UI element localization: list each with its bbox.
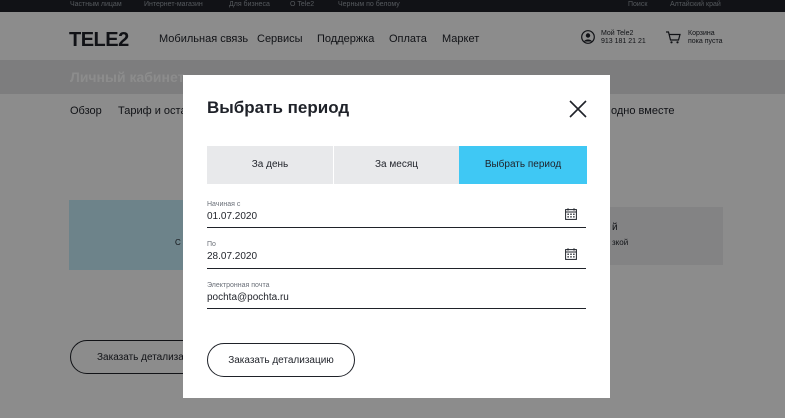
start-date-underline — [207, 227, 586, 228]
calendar-icon[interactable] — [565, 248, 577, 260]
start-date-label: Начиная с — [207, 201, 241, 208]
tab-custom-period[interactable]: Выбрать период — [459, 146, 587, 184]
tab-month[interactable]: За месяц — [334, 146, 459, 184]
end-date-label: По — [207, 241, 216, 248]
email-field[interactable]: pochta@pochta.ru — [207, 292, 289, 303]
start-date-input[interactable]: 01.07.2020 — [207, 211, 257, 222]
calendar-icon[interactable] — [565, 208, 577, 220]
modal-title: Выбрать период — [207, 98, 350, 117]
close-icon[interactable] — [569, 100, 587, 118]
email-underline — [207, 308, 586, 309]
order-details-button[interactable]: Заказать детализацию — [207, 343, 355, 377]
end-date-underline — [207, 268, 586, 269]
period-tabs: За день За месяц Выбрать период — [207, 146, 587, 184]
email-label: Электронная почта — [207, 282, 270, 289]
tab-day[interactable]: За день — [207, 146, 333, 184]
period-modal: Выбрать период За день За месяц Выбрать … — [183, 75, 610, 398]
end-date-input[interactable]: 28.07.2020 — [207, 251, 257, 262]
